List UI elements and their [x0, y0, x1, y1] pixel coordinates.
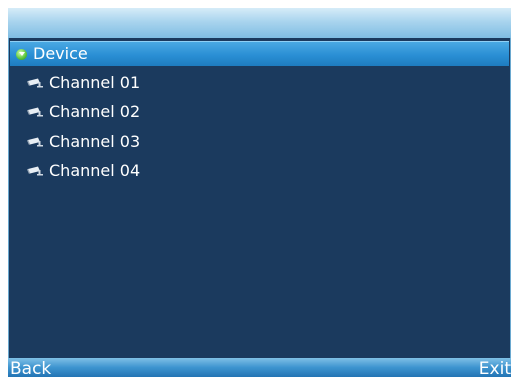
device-tree-panel: Device Channel 01 Channel 02 Channel 03 … — [8, 38, 511, 358]
tree-node-channel-02[interactable]: Channel 02 — [9, 98, 509, 128]
tree-node-label: Device — [33, 44, 88, 63]
expand-icon[interactable] — [16, 48, 27, 60]
channel-label: Channel 02 — [49, 102, 141, 122]
back-button[interactable]: Back — [10, 358, 51, 379]
camera-icon — [27, 78, 43, 88]
tree-node-device[interactable]: Device — [10, 41, 509, 66]
tree-node-channel-04[interactable]: Channel 04 — [9, 157, 509, 187]
channel-list: Channel 01 Channel 02 Channel 03 Channel… — [9, 68, 509, 186]
camera-icon — [27, 137, 43, 147]
camera-icon — [27, 166, 43, 176]
camera-icon — [27, 107, 43, 117]
softkey-bar: Back Exit — [8, 358, 511, 379]
tree-node-channel-01[interactable]: Channel 01 — [9, 68, 509, 98]
channel-label: Channel 01 — [49, 72, 141, 92]
channel-label: Channel 04 — [49, 161, 141, 181]
channel-label: Channel 03 — [49, 131, 141, 151]
exit-button[interactable]: Exit — [479, 358, 511, 379]
device-screen: Device Channel 01 Channel 02 Channel 03 … — [8, 8, 511, 379]
title-bar — [8, 8, 511, 38]
tree-node-channel-03[interactable]: Channel 03 — [9, 127, 509, 157]
